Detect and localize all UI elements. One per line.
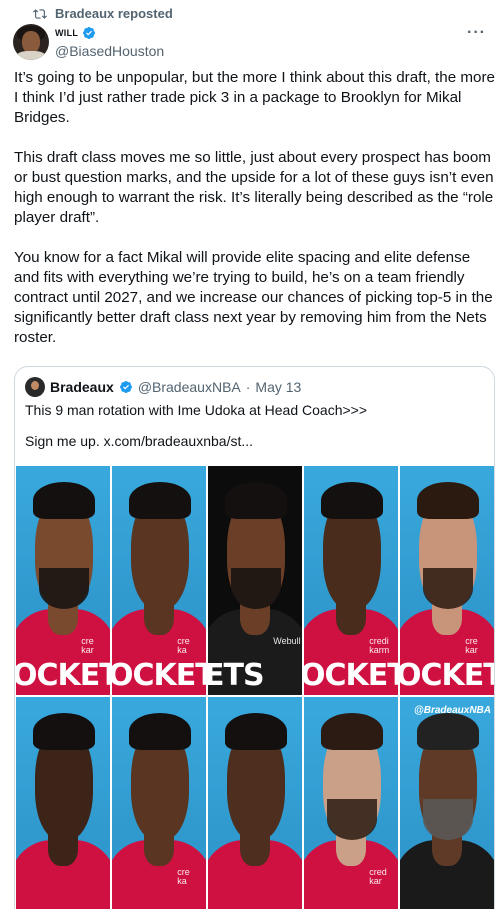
jersey-sponsor: cre kar (465, 635, 478, 655)
player-photo: OCKET cre ka (112, 466, 206, 695)
player-photo: OCKET cre kar (400, 466, 494, 695)
player-photo: ETS Webull (208, 466, 302, 695)
jersey-wordmark: OCKET (400, 658, 494, 693)
jersey-sponsor: Webull (273, 635, 301, 646)
repost-indicator[interactable]: Bradeaux reposted (33, 6, 173, 21)
jersey-sponsor: cre kar (81, 635, 94, 655)
jersey-sponsor: cre ka (177, 635, 190, 655)
dot-separator: · (245, 379, 251, 395)
author-display-name[interactable]: WILL (55, 28, 78, 38)
player-photo (208, 697, 302, 909)
tweet-paragraph: You know for a fact Mikal will provide e… (14, 249, 493, 346)
quoted-tweet-header: Bradeaux @BradeauxNBA · May 13 (25, 377, 301, 397)
player-photo: cred kar (304, 697, 398, 909)
player-photo (16, 697, 110, 909)
tweet-body: It’s going to be unpopular, but the more… (14, 68, 496, 368)
jersey-wordmark: OCKET (112, 658, 206, 693)
tweet-paragraph: This draft class moves me so little, jus… (14, 149, 494, 226)
jersey-sponsor: cred kar (369, 866, 387, 886)
quoted-text-line[interactable]: Sign me up. x.com/bradeauxnba/st... (25, 433, 253, 449)
quoted-author-handle[interactable]: @BradeauxNBA (138, 379, 241, 395)
author-handle[interactable]: @BiasedHouston (55, 43, 164, 59)
tweet-author: WILL @BiasedHouston (13, 24, 164, 60)
verified-badge-icon (119, 381, 132, 393)
jersey-sponsor: credi karm (369, 635, 390, 655)
player-photo: OCKETS credi karm (304, 466, 398, 695)
image-watermark: @BradeauxNBA (414, 705, 491, 716)
repost-text: Bradeaux reposted (55, 6, 173, 21)
quoted-tweet[interactable]: Bradeaux @BradeauxNBA · May 13 This 9 ma… (14, 366, 495, 909)
player-photo (400, 697, 494, 909)
repost-icon (33, 8, 47, 19)
player-photo: OCKET cre kar (16, 466, 110, 695)
avatar[interactable] (13, 24, 49, 60)
jersey-wordmark: OCKET (16, 658, 110, 693)
player-photo: cre ka (112, 697, 206, 909)
quoted-date[interactable]: May 13 (255, 379, 301, 395)
jersey-sponsor: cre ka (177, 866, 190, 886)
quoted-avatar[interactable] (25, 377, 45, 397)
quoted-text-line: This 9 man rotation with Ime Udoka at He… (25, 402, 368, 418)
quoted-author-name[interactable]: Bradeaux (50, 379, 114, 395)
more-options-icon[interactable]: ··· (467, 24, 486, 42)
quoted-media-image[interactable]: cred kar cre ka OCKET cre kar OCKETS credi ka… (15, 465, 494, 909)
jersey-wordmark: OCKETS (304, 658, 398, 693)
tweet-paragraph: It’s going to be unpopular, but the more… (14, 69, 495, 126)
jersey-wordmark: ETS (208, 658, 265, 693)
verified-badge-icon (83, 27, 96, 39)
